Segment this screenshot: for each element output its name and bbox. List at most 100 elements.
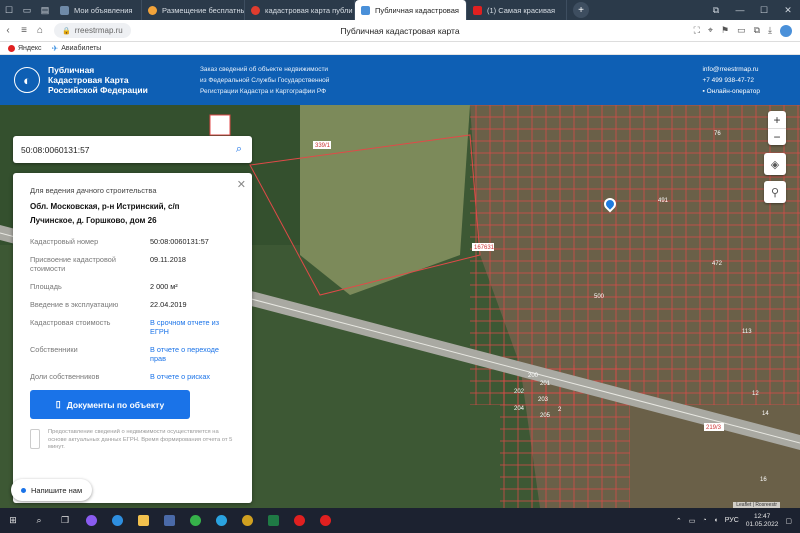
info-row-owner-shares: Доли собственников В отчете о рисках — [30, 372, 235, 381]
search-taskbar-icon[interactable]: ⌕ — [26, 508, 52, 533]
search-icon[interactable]: ⌕ — [226, 143, 252, 156]
info-value: 09.11.2018 — [150, 255, 186, 264]
window-menu-icon[interactable]: ☐ — [0, 0, 18, 20]
bookmark-label: Авиабилеты — [61, 44, 102, 52]
back-icon[interactable]: ‹ — [0, 25, 16, 36]
profile-avatar[interactable] — [780, 24, 792, 37]
documents-button[interactable]: ▯ Документы по объекту — [30, 390, 190, 419]
map-label: 205 — [540, 413, 551, 419]
home-icon[interactable]: ⌂ — [32, 25, 48, 36]
tab-favicon — [361, 5, 370, 15]
info-label: Присвоение кадастровой стоимости — [30, 255, 116, 273]
browser-tabstrip: ☐ ▭ ▤ Мои объявления Размещение бесплатн… — [0, 0, 800, 20]
yandex-browser-icon[interactable] — [286, 508, 312, 533]
file-explorer-icon[interactable] — [130, 508, 156, 533]
battery-tray-icon[interactable]: ▭ — [689, 517, 696, 525]
eye-icon[interactable] — [234, 508, 260, 533]
tab-free-ads[interactable]: Размещение бесплатных — [142, 0, 245, 20]
new-tab-button[interactable]: + — [573, 2, 589, 18]
brand-line: Российской Федерации — [48, 85, 148, 95]
menu-lines-icon[interactable]: ≡ — [16, 25, 32, 36]
url-field[interactable]: 🔒 rreestrmap.ru — [54, 23, 131, 38]
task-view-icon[interactable]: ❐ — [52, 508, 78, 533]
extensions-icon[interactable]: ⧉ — [754, 25, 760, 36]
map-label: 339/1 — [315, 143, 331, 149]
online-operator-link[interactable]: ▪ Онлайн-оператор — [702, 86, 760, 97]
reading-list-icon[interactable]: ▤ — [36, 0, 54, 20]
edge-icon[interactable] — [104, 508, 130, 533]
layers-button[interactable]: ◈ — [764, 153, 786, 175]
language-indicator[interactable]: РУС — [725, 517, 739, 524]
window-maximize-icon[interactable]: ☐ — [752, 5, 776, 16]
bookmark-yandex[interactable]: Яндекс — [8, 44, 42, 52]
urgent-report-link[interactable]: В срочном отчете из ЕГРН — [150, 318, 235, 336]
online-dot-icon — [21, 487, 26, 493]
write-us-label: Напишите нам — [31, 485, 83, 495]
zoom-out-button[interactable]: − — [768, 128, 786, 145]
store-icon[interactable] — [156, 508, 182, 533]
map-label: 76 — [714, 131, 721, 137]
yandex-browser-2-icon[interactable] — [312, 508, 338, 533]
downloads-icon[interactable]: ⤓ — [768, 25, 772, 36]
map-label: 14 — [762, 411, 769, 417]
location-icon[interactable]: ⌖ — [708, 25, 713, 36]
tab-cadastral-search[interactable]: кадастровая карта публи — [245, 0, 355, 20]
map-label: 472 — [712, 261, 723, 267]
write-us-button[interactable]: Напишите нам — [11, 479, 93, 501]
info-row-area: Площадь 2 000 м² — [30, 282, 235, 291]
info-label: Доли собственников — [30, 372, 100, 381]
network-icon[interactable]: ◔ — [702, 517, 706, 524]
map-label: 219/3 — [706, 425, 722, 431]
tab-collections-icon[interactable]: ▭ — [18, 0, 36, 20]
land-purpose: Для ведения дачного строительства — [30, 186, 157, 195]
disclaimer: Предоставление сведений о недвижимости о… — [30, 429, 235, 452]
alice-icon[interactable] — [78, 508, 104, 533]
lock-icon: 🔒 — [62, 27, 71, 35]
battery-icon[interactable]: ▭ — [737, 25, 746, 36]
map-label: 12 — [752, 391, 759, 397]
bookmark-icon[interactable]: ⚑ — [721, 25, 729, 36]
contact-email[interactable]: info@rreestrmap.ru — [702, 64, 760, 75]
bookmark-aviatickets[interactable]: ✈ Авиабилеты — [52, 44, 102, 53]
telegram-icon[interactable] — [208, 508, 234, 533]
tab-youtube[interactable]: (1) Самая красивая — [467, 0, 567, 20]
yandex-icon — [8, 44, 15, 52]
tab-my-ads[interactable]: Мои объявления — [54, 0, 142, 20]
risk-report-link[interactable]: В отчете о рисках — [150, 372, 235, 381]
notifications-icon[interactable]: ▢ — [785, 517, 792, 525]
excel-icon[interactable] — [260, 508, 286, 533]
close-icon[interactable]: ✕ — [237, 178, 246, 191]
tab-public-cadastral-map[interactable]: Публичная кадастровая ✕ — [355, 0, 467, 20]
window-close-icon[interactable]: ✕ — [776, 5, 800, 16]
mail-icon[interactable] — [182, 508, 208, 533]
tab-label: Публичная кадастровая — [375, 5, 459, 15]
contact-phone[interactable]: +7 499 938-47-72 — [702, 75, 760, 86]
url-text: rreestrmap.ru — [74, 26, 123, 35]
tray-chevron-icon[interactable]: ⌃ — [676, 517, 682, 525]
plane-icon: ✈ — [51, 43, 59, 53]
globe-logo-icon[interactable]: ◐ — [14, 67, 40, 93]
clock-time: 12:47 — [753, 512, 771, 520]
info-label: Кадастровая стоимость — [30, 318, 111, 327]
window-restore-icon[interactable]: ⧉ — [704, 5, 728, 16]
map-label: 204 — [514, 406, 525, 412]
search-input[interactable] — [13, 144, 226, 155]
system-tray: ⌃ ▭ ◔ ◖ РУС 12:47 01.05.2022 ▢ — [676, 513, 800, 529]
zoom-in-button[interactable]: + — [768, 111, 786, 128]
ownership-report-link[interactable]: В отчете о переходе прав — [150, 345, 235, 363]
info-label: Собственники — [30, 345, 78, 354]
document-icon: ▯ — [55, 399, 61, 409]
map-label: 491 — [658, 198, 669, 204]
window-minimize-icon[interactable]: — — [728, 5, 752, 16]
address-line: Обл. Московская, р-н Истринский, с/п — [30, 202, 180, 211]
site-brand[interactable]: Публичная Кадастровая Карта Российской Ф… — [48, 65, 168, 95]
volume-icon[interactable]: ◖ — [714, 517, 718, 524]
clock[interactable]: 12:47 01.05.2022 — [746, 513, 779, 529]
translate-icon[interactable]: ⛶ — [694, 25, 700, 36]
parcel-tag — [209, 114, 231, 136]
header-contacts: info@rreestrmap.ru +7 499 938-47-72 ▪ Он… — [702, 64, 760, 97]
clock-date: 01.05.2022 — [745, 520, 779, 528]
link-button[interactable]: ⚲ — [764, 181, 786, 203]
start-windows-icon[interactable]: ⊞ — [0, 508, 26, 533]
operator-label: Онлайн-оператор — [706, 87, 760, 95]
